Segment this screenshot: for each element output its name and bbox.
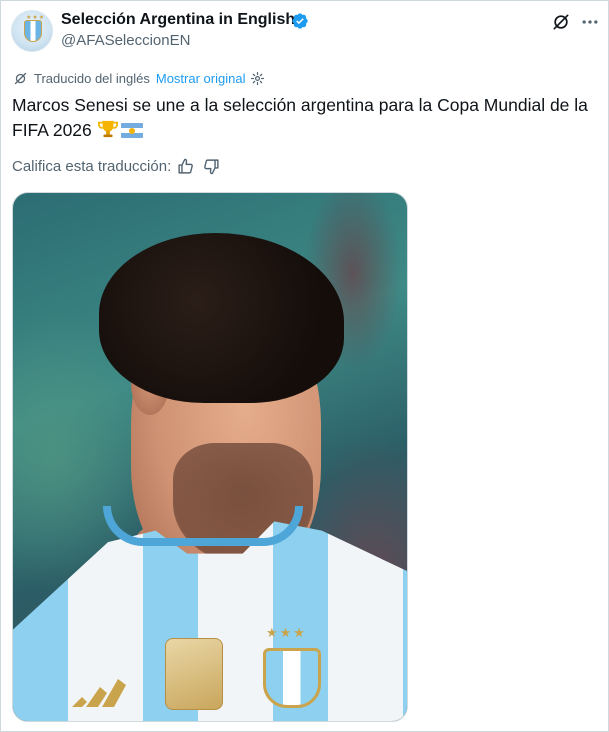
photo-hair bbox=[99, 233, 344, 403]
thumbs-up-icon[interactable] bbox=[177, 158, 194, 175]
adidas-logo-icon bbox=[72, 679, 126, 707]
more-icon[interactable] bbox=[580, 12, 600, 32]
display-name[interactable]: Selección Argentina in English bbox=[61, 11, 295, 29]
photo-champions-patch bbox=[165, 638, 223, 710]
photo-afa-badge bbox=[263, 648, 321, 708]
account-handle[interactable]: @AFASeleccionEN bbox=[61, 32, 190, 49]
grok-icon[interactable] bbox=[551, 12, 571, 32]
tweet-photo[interactable]: ★★★ bbox=[12, 192, 408, 722]
photo-badge-stars: ★★★ bbox=[266, 625, 307, 640]
photo-collar bbox=[103, 506, 303, 546]
verified-badge-icon bbox=[292, 13, 308, 29]
rate-translation-label: Califica esta traducción: bbox=[12, 157, 172, 175]
argentina-flag-icon bbox=[120, 123, 143, 138]
thumbs-down-icon[interactable] bbox=[203, 158, 220, 175]
translated-from-label: Traducido del inglés bbox=[34, 70, 150, 86]
translation-row: Traducido del inglés Mostrar original bbox=[13, 69, 265, 87]
show-original-link[interactable]: Mostrar original bbox=[156, 71, 246, 86]
tweet-text: Marcos Senesi se une a la selección arge… bbox=[12, 93, 597, 143]
rate-translation-row: Califica esta traducción: bbox=[12, 156, 229, 176]
gear-icon[interactable] bbox=[250, 71, 265, 86]
avatar[interactable]: ★★★ bbox=[11, 10, 53, 52]
trophy-icon bbox=[97, 120, 118, 138]
grok-translate-icon bbox=[14, 72, 27, 84]
afa-crest-icon bbox=[24, 20, 42, 42]
